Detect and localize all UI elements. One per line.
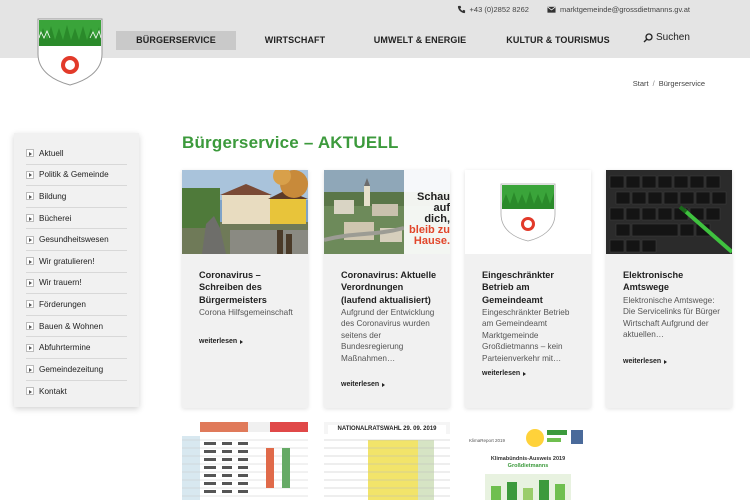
climate-report-label: KlimaReport 2019	[469, 438, 506, 443]
email-contact[interactable]: marktgemeinde@grossdietmanns.gv.at	[547, 5, 690, 14]
sidebar-item-wir-trauern[interactable]: Wir trauern!	[26, 273, 127, 295]
sidebar-item-label: Förderungen	[39, 299, 86, 309]
breadcrumb: Start / Bürgerservice	[632, 79, 705, 88]
news-card-title[interactable]: Eingeschränkter Betrieb am Gemeindeamt	[482, 269, 582, 306]
sidebar-item-label: Gemeindezeitung	[39, 364, 104, 374]
read-more-link[interactable]: weiterlesen	[482, 370, 526, 377]
sidebar-item-politik-gemeinde[interactable]: Politik & Gemeinde	[26, 165, 127, 187]
phone-icon	[457, 5, 465, 14]
sidebar-item-foerderungen[interactable]: Förderungen	[26, 294, 127, 316]
sidebar-item-buecherei[interactable]: Bücherei	[26, 208, 127, 230]
news-card[interactable]: Elektronische Amtswege Elektronische Amt…	[606, 170, 732, 408]
news-card-image-coat-of-arms[interactable]	[465, 170, 591, 254]
arrow-right-icon	[26, 149, 34, 158]
nav-wirtschaft[interactable]: WIRTSCHAFT	[236, 31, 354, 50]
nav-buergerservice[interactable]: BÜRGERSERVICE	[116, 31, 236, 50]
news-card-national-election[interactable]: NATIONALRATSWAHL 29. 09. 2019	[324, 422, 450, 500]
contact-bar: +43 (0)2852 8262 marktgemeinde@grossdiet…	[457, 5, 690, 14]
sidebar-item-label: Bauen & Wohnen	[39, 321, 104, 331]
arrow-right-icon	[26, 257, 34, 266]
arrow-right-icon	[26, 322, 34, 331]
sidebar-item-gesundheitswesen[interactable]: Gesundheitswesen	[26, 229, 127, 251]
news-card-climate-report[interactable]: KlimaReport 2019 Klimabündnis-Ausweis 20…	[465, 422, 591, 500]
sidebar-item-label: Bildung	[39, 191, 67, 201]
arrow-right-icon	[26, 343, 34, 352]
news-card-image-town-hall[interactable]	[182, 170, 308, 254]
news-card[interactable]: Schau auf dich, bleib zu Hause. Coronavi…	[324, 170, 450, 408]
sidebar-item-label: Politik & Gemeinde	[39, 170, 109, 180]
election-results-table-image	[182, 422, 308, 500]
arrow-right-icon	[26, 192, 34, 201]
search-icon	[643, 32, 653, 42]
sidebar-item-label: Wir trauern!	[39, 278, 82, 288]
sidebar-item-label: Gesundheitswesen	[39, 235, 109, 245]
news-card-election-table[interactable]	[182, 422, 308, 500]
news-card-excerpt: Corona Hilfsgemeinschaft	[199, 308, 293, 317]
page: +43 (0)2852 8262 marktgemeinde@grossdiet…	[0, 0, 750, 500]
overlay-line: Hause.	[413, 235, 450, 247]
stay-home-overlay: Schau auf dich, bleib zu Hause.	[406, 192, 450, 247]
sidebar-item-gemeindezeitung[interactable]: Gemeindezeitung	[26, 359, 127, 381]
read-more-link[interactable]: weiterlesen	[199, 338, 243, 345]
phone-number: +43 (0)2852 8262	[469, 5, 529, 14]
mail-icon	[547, 6, 556, 13]
nav-umwelt-energie[interactable]: UMWELT & ENERGIE	[354, 31, 486, 50]
news-card-excerpt: Eingeschränkter Betrieb am Gemeindeamt M…	[482, 308, 570, 363]
municipality-coat-of-arms-logo[interactable]	[35, 16, 105, 86]
climate-subtitle: Großdietmanns	[507, 463, 549, 469]
breadcrumb-start[interactable]: Start	[633, 79, 649, 88]
overlay-line: auf dich,	[424, 202, 450, 225]
read-more-link[interactable]: weiterlesen	[341, 381, 385, 388]
sidebar-item-label: Kontakt	[39, 386, 67, 396]
climate-title: Klimabündnis-Ausweis 2019	[490, 456, 566, 462]
news-card-title[interactable]: Coronavirus: Aktuelle Verordnungen (lauf…	[341, 269, 441, 306]
breadcrumb-current: Bürgerservice	[658, 79, 705, 88]
news-card[interactable]: Eingeschränkter Betrieb am Gemeindeamt E…	[465, 170, 591, 408]
sidebar-item-bauen-wohnen[interactable]: Bauen & Wohnen	[26, 316, 127, 338]
sidebar-item-label: Wir gratulieren!	[39, 256, 95, 266]
arrow-right-icon	[26, 365, 34, 374]
arrow-right-icon	[26, 278, 34, 287]
news-card-excerpt: Elektronische Amtswege: Die Servicelinks…	[623, 296, 720, 340]
climate-alliance-logo	[526, 429, 583, 447]
email-address: marktgemeinde@grossdietmanns.gv.at	[559, 5, 690, 14]
election-header: NATIONALRATSWAHL 29. 09. 2019	[328, 425, 446, 434]
site-header: +43 (0)2852 8262 marktgemeinde@grossdiet…	[0, 0, 750, 58]
sidebar-item-bildung[interactable]: Bildung	[26, 186, 127, 208]
news-card-title[interactable]: Coronavirus – Schreiben des Bürgermeiste…	[199, 269, 299, 306]
main-nav: BÜRGERSERVICE WIRTSCHAFT UMWELT & ENERGI…	[116, 31, 630, 50]
sidebar-item-abfuhrtermine[interactable]: Abfuhrtermine	[26, 337, 127, 359]
search-label: Suchen	[656, 32, 690, 43]
arrow-right-icon	[26, 387, 34, 396]
read-more-link[interactable]: weiterlesen	[623, 358, 667, 365]
sidebar-item-wir-gratulieren[interactable]: Wir gratulieren!	[26, 251, 127, 273]
arrow-right-icon	[26, 214, 34, 223]
sidebar-item-label: Bücherei	[39, 213, 72, 223]
search-button[interactable]: Suchen	[643, 32, 690, 43]
news-card-title[interactable]: Elektronische Amtswege	[623, 269, 723, 294]
news-card[interactable]: Coronavirus – Schreiben des Bürgermeiste…	[182, 170, 308, 408]
sidebar-item-kontakt[interactable]: Kontakt	[26, 381, 127, 403]
news-card-excerpt: Aufgrund der Entwicklung des Coronavirus…	[341, 308, 435, 363]
election-results-sheet-image	[324, 434, 450, 500]
sidebar-item-label: Aktuell	[39, 148, 64, 158]
news-card-image-keyboard[interactable]	[606, 170, 732, 254]
arrow-right-icon	[26, 170, 34, 179]
page-title: Bürgerservice – AKTUELL	[182, 133, 399, 152]
sidebar-menu: Aktuell Politik & Gemeinde Bildung Büche…	[14, 133, 139, 407]
arrow-right-icon	[26, 235, 34, 244]
sidebar-item-label: Abfuhrtermine	[39, 343, 91, 353]
sidebar-item-aktuell[interactable]: Aktuell	[26, 143, 127, 165]
news-card-image-aerial-town[interactable]: Schau auf dich, bleib zu Hause.	[324, 170, 450, 254]
phone-contact[interactable]: +43 (0)2852 8262	[457, 5, 529, 14]
nav-kultur-tourismus[interactable]: KULTUR & TOURISMUS	[486, 31, 630, 50]
climate-chart-image	[485, 474, 571, 500]
arrow-right-icon	[26, 300, 34, 309]
